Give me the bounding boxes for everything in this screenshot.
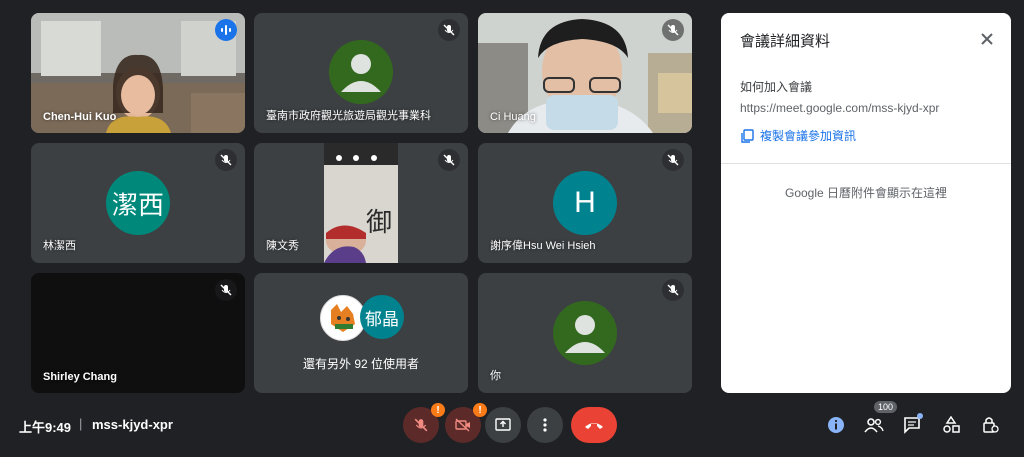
mic-off-icon <box>662 279 684 301</box>
participants-count-badge: 100 <box>874 401 898 413</box>
microphone-button[interactable]: ! <box>403 403 445 443</box>
avatar <box>553 301 617 365</box>
present-screen-button[interactable] <box>485 407 521 443</box>
copy-join-info-button[interactable]: 複製會議參加資訊 <box>740 127 856 144</box>
copy-join-info-label: 複製會議參加資訊 <box>760 129 857 143</box>
participant-tile-chen-hui-kuo[interactable]: Chen-Hui Kuo <box>31 13 245 133</box>
panel-title: 會議詳細資料 <box>740 33 831 50</box>
chat-button[interactable] <box>894 407 930 443</box>
mic-off-icon <box>662 19 684 41</box>
participant-tile-shirley-chang[interactable]: Shirley Chang <box>31 273 245 393</box>
svg-text:御: 御 <box>366 208 392 238</box>
participant-tile-chen-wen-xiu[interactable]: 御 陳文秀 <box>254 143 468 263</box>
meeting-url: https://meet.google.com/mss-kjyd-xpr <box>740 101 940 115</box>
participants-button[interactable]: 100 <box>856 401 898 443</box>
meeting-time: 上午9:49 <box>19 420 72 435</box>
audio-level-icon <box>221 25 231 35</box>
copy-icon <box>741 128 754 143</box>
meeting-code: mss-kjyd-xpr <box>92 417 173 432</box>
mic-off-icon <box>215 279 237 301</box>
meeting-details-panel: 會議詳細資料 如何加入會議 https://meet.google.com/ms… <box>721 13 1011 393</box>
avatar: H <box>553 171 617 235</box>
participant-name: Chen-Hui Kuo <box>43 111 117 123</box>
person-icon <box>341 54 381 92</box>
mic-off-icon <box>662 149 684 171</box>
mic-off-icon <box>438 19 460 41</box>
close-button[interactable] <box>975 27 999 51</box>
person-icon <box>565 315 605 353</box>
participant-name: 臺南市政府觀光旅遊局觀光事業科 <box>266 110 431 122</box>
fox-logo-icon <box>331 304 355 332</box>
shapes-icon <box>943 416 960 433</box>
participant-name: 陳文秀 <box>266 240 299 252</box>
participant-name: Shirley Chang <box>43 371 117 383</box>
participant-tile-ci-huang[interactable]: Ci Huang <box>478 13 692 133</box>
separator: | <box>79 416 83 431</box>
chat-notification-dot <box>917 413 923 419</box>
activities-button[interactable] <box>933 407 969 443</box>
end-call-icon <box>585 423 603 429</box>
camera-button[interactable]: ! <box>445 403 487 443</box>
others-avatar: 郁晶 <box>360 295 404 339</box>
join-heading: 如何加入會議 <box>740 80 813 94</box>
more-vert-icon <box>543 418 547 432</box>
mic-off-icon <box>215 149 237 171</box>
participant-tile-self[interactable]: 你 <box>478 273 692 393</box>
people-icon <box>864 418 884 433</box>
warning-badge: ! <box>473 403 487 417</box>
warning-badge: ! <box>431 403 445 417</box>
participant-name: 你 <box>490 370 501 382</box>
avatar <box>329 40 393 104</box>
lock-person-icon <box>983 417 999 433</box>
avatar: 潔西 <box>106 171 170 235</box>
others-label: 還有另外 92 位使用者 <box>302 357 420 371</box>
meeting-details-button[interactable] <box>818 407 854 443</box>
more-options-button[interactable] <box>527 407 563 443</box>
participant-name: 林潔西 <box>43 240 76 252</box>
participant-tile-lin-jie-xi[interactable]: 潔西 林潔西 <box>31 143 245 263</box>
camera-off-icon <box>455 418 470 432</box>
participant-name: Ci Huang <box>490 111 536 123</box>
host-controls-button[interactable] <box>972 407 1008 443</box>
calendar-note: Google 日曆附件會顯示在這裡 <box>784 186 948 200</box>
present-icon <box>495 418 511 431</box>
speaking-indicator <box>215 19 237 41</box>
info-icon <box>828 417 844 433</box>
participant-tile-tainan-tourism[interactable]: 臺南市政府觀光旅遊局觀光事業科 <box>254 13 468 133</box>
leave-call-button[interactable] <box>571 407 617 443</box>
participant-name: 謝序偉Hsu Wei Hsieh <box>490 240 596 252</box>
mic-off-icon <box>438 149 460 171</box>
close-icon <box>981 33 993 45</box>
participant-tile-hsu-wei-hsieh[interactable]: H 謝序偉Hsu Wei Hsieh <box>478 143 692 263</box>
panel-divider <box>721 163 1011 164</box>
others-tile[interactable]: 郁晶 還有另外 92 位使用者 <box>254 273 468 393</box>
mic-off-icon <box>414 418 428 432</box>
